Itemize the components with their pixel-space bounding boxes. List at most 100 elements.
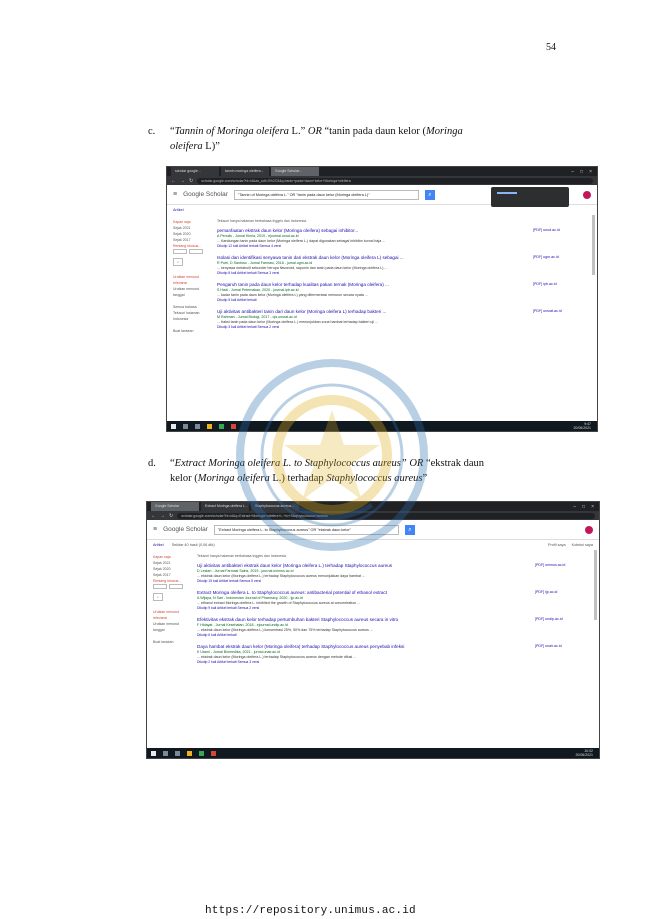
minimize-icon[interactable]: – [571, 169, 574, 175]
search-icon[interactable]: ⌕ [424, 189, 435, 200]
browser-tab[interactable]: Extract Moringa oleifera L... [201, 502, 249, 511]
windows-start-icon[interactable] [151, 750, 156, 756]
address-bar-row: ← → ↻ scholar.google.com/scholar?hl=id&a… [167, 176, 597, 185]
browser-tab[interactable]: Google Scholar [151, 502, 199, 511]
scrollbar[interactable] [594, 550, 597, 620]
result-pdf-link[interactable]: [PDF] unimus.ac.id [535, 563, 595, 567]
file-explorer-icon[interactable] [207, 423, 212, 429]
sidebar-item[interactable]: Urutkan menurut tanggal [173, 286, 207, 298]
search-icon[interactable]: ⌕ [404, 524, 415, 535]
avatar[interactable] [585, 525, 593, 534]
year-to-field[interactable] [189, 249, 203, 254]
scholar-logo[interactable]: Google Scholar [183, 191, 228, 198]
file-explorer-icon[interactable] [187, 750, 192, 756]
result-links[interactable]: Dikutip 2 kali Artikel terkait Semua 3 v… [197, 660, 525, 665]
taskbar: 9:47 20/06/2021 [167, 421, 597, 431]
item-d-text: Moringa oleifera [197, 473, 270, 484]
result-links[interactable]: Dikutip 8 kali Artikel terkait Semua 3 v… [217, 271, 523, 276]
back-icon[interactable]: ← [171, 178, 176, 184]
result-pdf-link[interactable]: [PDF] ijp.ac.id [535, 590, 595, 594]
language-note: Telusuri hanya halaman berbahasa Inggris… [217, 219, 307, 223]
language-note: Telusuri hanya halaman berbahasa Inggris… [197, 554, 287, 558]
sidebar-item[interactable]: Urutkan menurut relevansi [153, 609, 187, 621]
item-c-text: oleifera [170, 141, 203, 152]
result-pdf-link[interactable]: [PDF] ipb.ac.id [533, 282, 593, 286]
close-icon[interactable]: × [589, 169, 592, 175]
item-c-text: L)” [202, 141, 220, 152]
item-d-text: L.) terhadap [269, 473, 327, 484]
browser-tab[interactable]: scholar google... [171, 167, 219, 176]
item-d-text: Extract Moringa oleifera L. to Staphyloc… [174, 458, 407, 469]
year-to-field[interactable] [169, 584, 183, 589]
sidebar: Kapan saja Sejak 2021 Sejak 2020 Sejak 2… [147, 550, 193, 675]
result-links[interactable]: Dikutip 15 kali Artikel terkait Semua 5 … [197, 579, 525, 584]
chrome-icon[interactable] [199, 750, 204, 756]
task-view-icon[interactable] [175, 750, 180, 756]
app-icon[interactable] [231, 423, 236, 429]
search-icon[interactable] [163, 750, 168, 756]
sidebar-item[interactable]: Urutkan menurut tanggal [153, 621, 187, 633]
scholar-logo[interactable]: Google Scholar [163, 526, 208, 533]
result-pdf-link[interactable]: [PDF] unsrat.ac.id [533, 309, 593, 313]
results-list: Telusuri hanya halaman berbahasa Inggris… [213, 215, 597, 340]
result-links[interactable]: Dikutip 9 kali Artikel terkait Semua 2 v… [197, 606, 525, 611]
screenshot-scholar-tannin: scholar google... tannin moringa oleifer… [166, 166, 598, 432]
year-from-field[interactable] [173, 249, 187, 254]
app-icon[interactable] [211, 750, 216, 756]
address-field[interactable]: scholar.google.com/scholar?hl=id&q=Extra… [177, 512, 595, 519]
reload-icon[interactable]: ↻ [169, 513, 173, 519]
result-pdf-link[interactable]: [PDF] ugm.ac.id [533, 255, 593, 259]
maximize-icon[interactable]: □ [580, 169, 583, 175]
scrollbar[interactable] [592, 215, 595, 275]
result-links[interactable]: Dikutip 6 kali Artikel terkait [197, 633, 525, 638]
address-field[interactable]: scholar.google.com/scholar?hl=id&as_sdt=… [197, 177, 593, 184]
window-controls: – □ × [571, 167, 597, 176]
windows-start-icon[interactable] [171, 423, 176, 429]
item-d-text: “ekstrak daun [423, 458, 484, 469]
result-pdf-link[interactable]: [PDF] unair.ac.id [535, 644, 595, 648]
search-result: Pengaruh tanin pada daun kelor terhadap … [217, 282, 593, 303]
my-profile-link[interactable]: Profil saya [548, 543, 566, 547]
my-library-link[interactable]: Koleksi saya [572, 543, 593, 547]
item-d-text: kelor ( [170, 473, 198, 484]
result-pdf-link[interactable]: [PDF] unud.ac.id [533, 228, 593, 232]
search-input[interactable]: "Extract Moringa oleifera L. to Staphylo… [213, 524, 399, 535]
result-links[interactable]: Dikutip 5 kali Artikel terkait [217, 298, 523, 303]
sidebar-item[interactable]: Urutkan menurut relevansi [173, 274, 207, 286]
account-popover [491, 187, 569, 207]
result-links[interactable]: Dikutip 12 kali Artikel terkait Semua 4 … [217, 244, 523, 249]
search-range-button[interactable]: ⌕ [153, 593, 163, 601]
back-icon[interactable]: ← [151, 513, 156, 519]
task-view-icon[interactable] [195, 423, 200, 429]
item-d-marker: d. [148, 458, 156, 469]
year-from-field[interactable] [153, 584, 167, 589]
forward-icon[interactable]: → [160, 513, 165, 519]
reload-icon[interactable]: ↻ [189, 178, 193, 184]
taskbar-clock: 9:47 20/06/2021 [573, 422, 591, 430]
browser-tab[interactable]: Staphylococcus aureus... [251, 502, 299, 511]
search-input[interactable]: "Tannin of Moringa oleifera L." OR "tani… [233, 189, 419, 200]
browser-tab[interactable]: tannin moringa oleifera... [221, 167, 269, 176]
minimize-icon[interactable]: – [573, 504, 576, 510]
sidebar-item[interactable]: Buat lansiran [173, 328, 207, 334]
menu-icon[interactable]: ≡ [173, 191, 177, 198]
search-icon[interactable] [183, 423, 188, 429]
sidebar-item[interactable]: Buat lansiran [153, 639, 187, 645]
list-item-c: c. “Tannin of Moringa oleifera L.” OR “ta… [148, 124, 558, 154]
menu-icon[interactable]: ≡ [153, 526, 157, 533]
forward-icon[interactable]: → [180, 178, 185, 184]
search-range-button[interactable]: ⌕ [173, 258, 183, 266]
maximize-icon[interactable]: □ [582, 504, 585, 510]
result-pdf-link[interactable]: [PDF] undip.ac.id [535, 617, 595, 621]
articles-filter[interactable]: Artikel [153, 543, 164, 547]
browser-tab[interactable]: Google Scholar... [271, 167, 319, 176]
close-icon[interactable]: × [591, 504, 594, 510]
scholar-header: ≡ Google Scholar "Extract Moringa oleife… [147, 520, 599, 540]
chrome-icon[interactable] [219, 423, 224, 429]
avatar[interactable] [583, 190, 591, 199]
footer-repository-url[interactable]: https://repository.unimus.ac.id [205, 905, 416, 917]
sidebar-item[interactable]: Telusuri halaman Indonesia [173, 310, 207, 322]
articles-filter[interactable]: Artikel [173, 208, 184, 212]
result-links[interactable]: Dikutip 3 kali Artikel terkait Semua 2 v… [217, 325, 523, 330]
window-controls: – □ × [573, 502, 599, 511]
